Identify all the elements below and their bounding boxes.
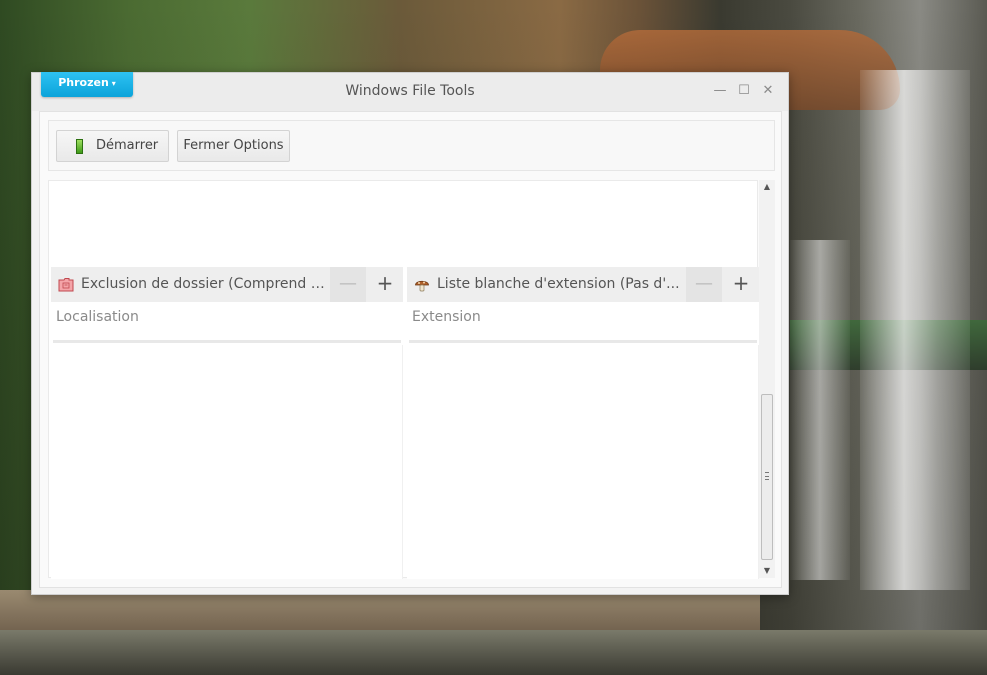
title-bar[interactable]: Windows File Tools Phrozen ▾ — ☐ ✕: [32, 72, 788, 111]
start-button-label: Démarrer: [96, 138, 159, 153]
localisation-column-header[interactable]: Localisation: [53, 309, 401, 325]
app-window: Windows File Tools Phrozen ▾ — ☐ ✕ Démarr…: [31, 72, 789, 595]
folder-exclusion-list[interactable]: [51, 345, 403, 579]
phrozen-menu-button[interactable]: Phrozen ▾: [41, 72, 133, 97]
mushroom-icon: [415, 280, 429, 292]
start-button[interactable]: Démarrer: [56, 130, 169, 162]
scroll-down-arrow-icon[interactable]: ▼: [759, 564, 775, 578]
vertical-scrollbar[interactable]: ▲ ▼: [759, 180, 775, 578]
scrollbar-thumb[interactable]: [761, 394, 773, 560]
extension-whitelist-header: Liste blanche d'extension (Pas d'... — +: [407, 267, 759, 302]
minimize-button[interactable]: —: [712, 83, 728, 99]
battery-icon: [76, 139, 83, 154]
folder-exclusion-title: Exclusion de dossier (Comprend t...: [81, 276, 327, 292]
extension-whitelist-panel: Liste blanche d'extension (Pas d'... — +…: [407, 267, 759, 579]
folder-icon: [58, 278, 74, 292]
close-button[interactable]: ✕: [760, 83, 776, 99]
wallpaper-waterfall-small: [790, 240, 850, 580]
extension-whitelist-list[interactable]: [407, 345, 759, 579]
column-divider: [53, 340, 401, 343]
scroll-up-arrow-icon[interactable]: ▲: [759, 180, 775, 194]
wallpaper-water: [0, 630, 987, 675]
phrozen-menu-label: Phrozen: [58, 76, 109, 89]
extension-column-header[interactable]: Extension: [409, 309, 757, 325]
add-folder-button[interactable]: +: [367, 267, 403, 302]
remove-extension-button[interactable]: —: [686, 267, 722, 302]
close-options-button[interactable]: Fermer Options: [177, 130, 290, 162]
remove-folder-button[interactable]: —: [330, 267, 366, 302]
add-extension-button[interactable]: +: [723, 267, 759, 302]
extension-whitelist-title: Liste blanche d'extension (Pas d'...: [437, 276, 680, 292]
window-title: Windows File Tools: [345, 83, 475, 99]
folder-exclusion-panel: Exclusion de dossier (Comprend t... — + …: [51, 267, 403, 579]
folder-exclusion-header: Exclusion de dossier (Comprend t... — +: [51, 267, 403, 302]
toolbar: Démarrer Fermer Options: [48, 120, 775, 171]
wallpaper-waterfall: [860, 70, 970, 590]
options-scroll-area: Exclusion de dossier (Comprend t... — + …: [48, 180, 759, 579]
caret-down-icon: ▾: [111, 79, 116, 88]
column-divider: [409, 340, 757, 343]
grip-icon: [765, 472, 769, 480]
window-client-area: Démarrer Fermer Options Exclusion de dos…: [39, 111, 782, 588]
maximize-button[interactable]: ☐: [736, 83, 752, 99]
